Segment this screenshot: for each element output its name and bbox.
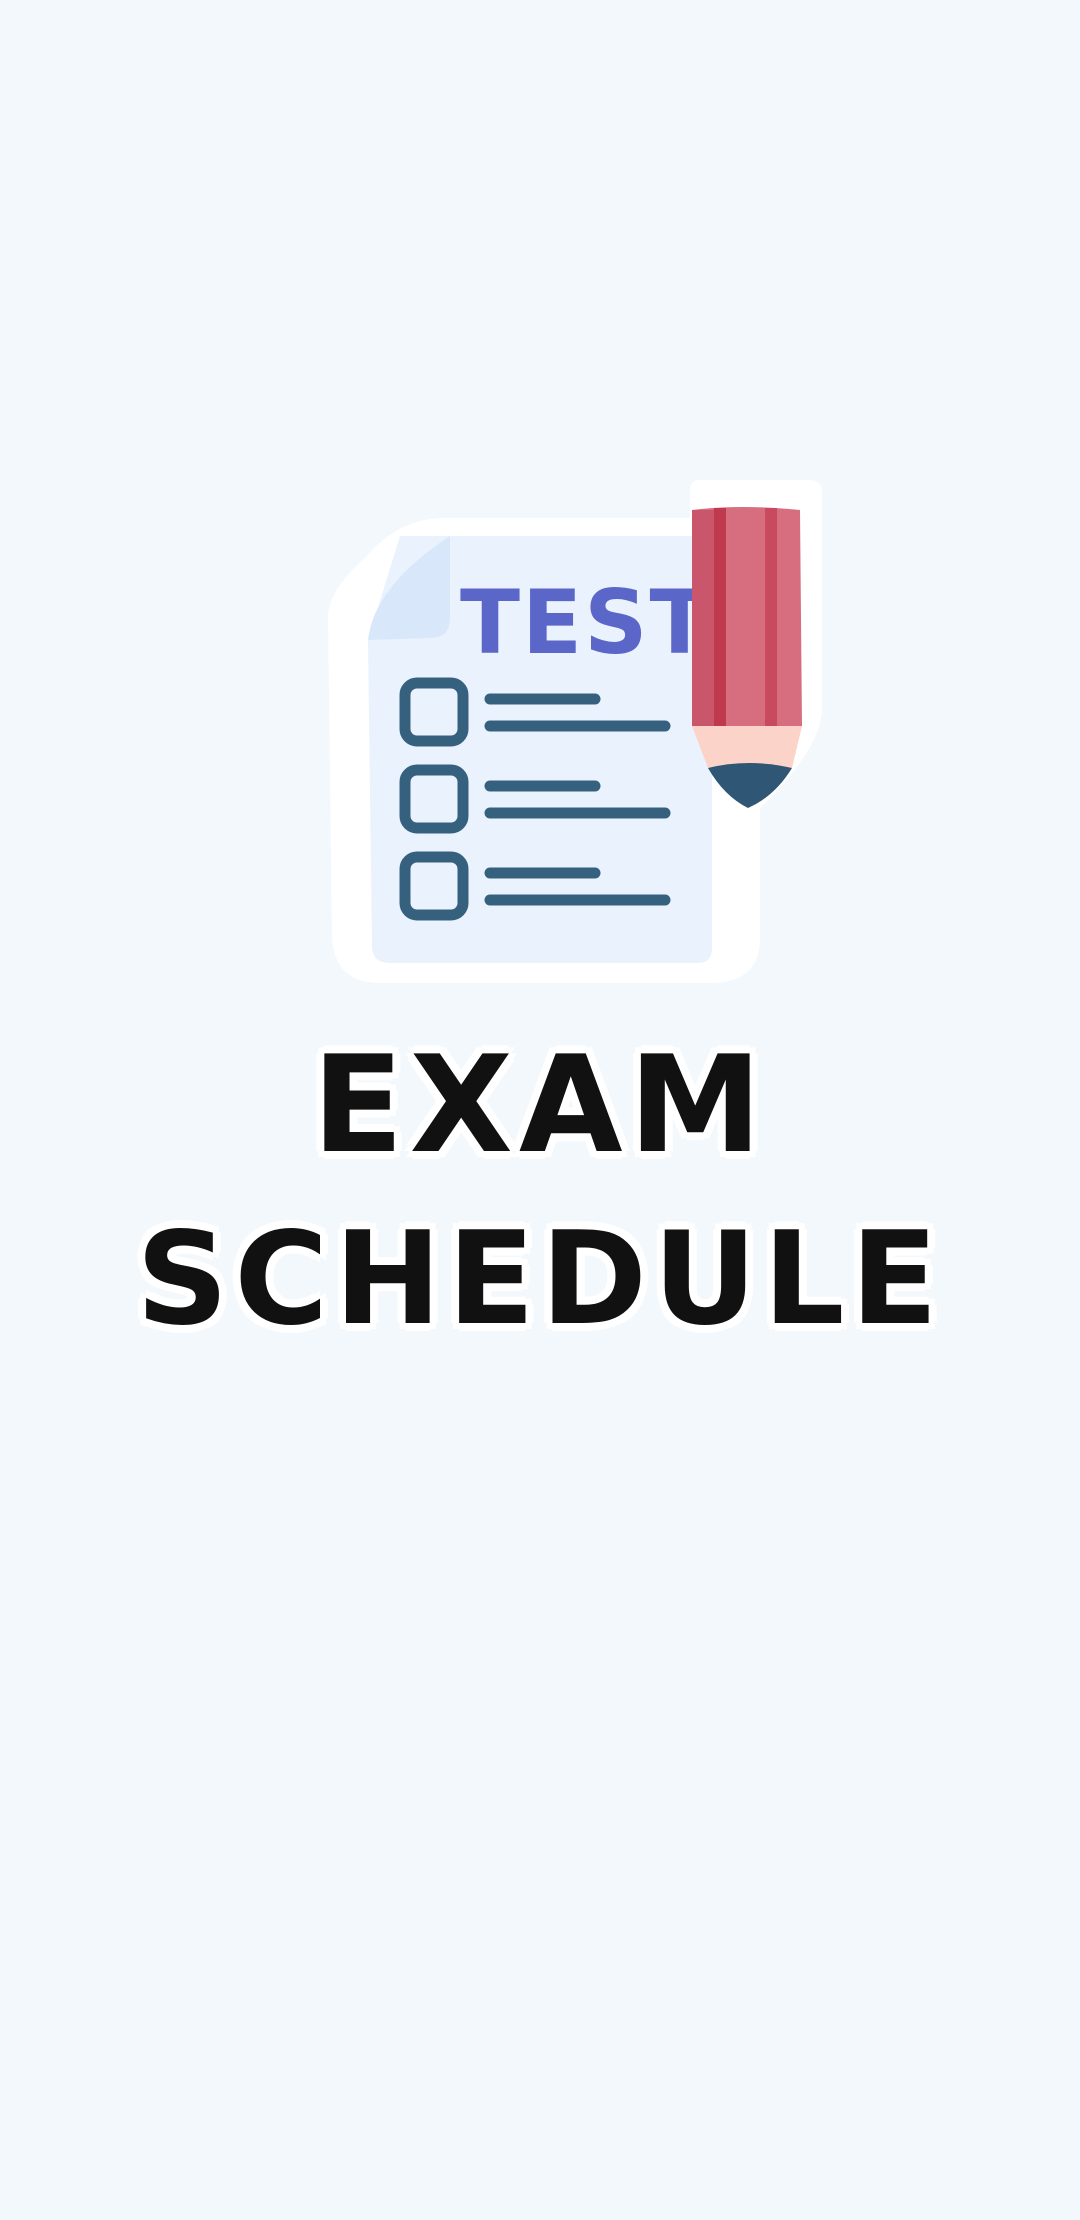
splash-screen: TEST EXAM SCHEDULE <box>0 0 1080 2220</box>
app-title-line-1: EXAM <box>312 1027 768 1183</box>
logo-badge-text: TEST <box>460 571 712 674</box>
test-paper-with-pencil-icon: TEST <box>328 480 822 983</box>
app-title-line-2: SCHEDULE <box>136 1205 944 1354</box>
app-logo: TEST <box>320 478 830 998</box>
